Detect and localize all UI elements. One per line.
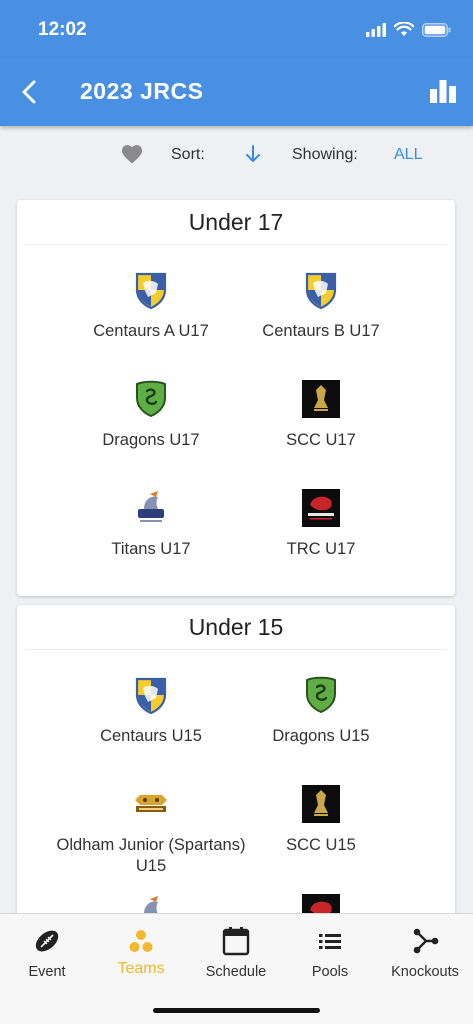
centaurs-shield-icon [305, 272, 337, 309]
app-header: 2023 JRCS [0, 58, 473, 126]
team-item[interactable]: TRC U17 [221, 489, 421, 560]
showing-filter-button[interactable]: ALL [394, 146, 422, 164]
section-title: Under 15 [25, 605, 447, 650]
page-title: 2023 JRCS [80, 78, 204, 104]
tab-label: Event [28, 964, 66, 980]
tab-schedule[interactable]: Schedule [189, 926, 283, 980]
tab-label: Knockouts [391, 964, 459, 980]
team-item[interactable]: Centaurs B U17 [221, 271, 421, 342]
section-card-under-15: Under 15 Centaurs U15 Dragons U15 Oldham… [17, 605, 455, 935]
team-name: Centaurs B U17 [262, 322, 380, 340]
bar-chart-icon [430, 80, 456, 103]
teams-dots-icon [129, 930, 153, 952]
section-title: Under 17 [25, 200, 447, 245]
back-button[interactable] [14, 76, 44, 108]
tab-event[interactable]: Event [0, 926, 94, 980]
tab-label: Pools [311, 964, 349, 980]
stats-button[interactable] [429, 78, 457, 106]
scc-crest-icon [302, 785, 340, 823]
spartans-logo-icon [135, 795, 167, 812]
rugby-ball-icon [35, 930, 59, 952]
tab-pools[interactable]: Pools [283, 926, 377, 980]
tanglin-logo-icon [302, 489, 340, 527]
tab-label: Teams [117, 960, 165, 977]
team-name: SCC U15 [286, 836, 356, 854]
team-name: TRC U17 [286, 540, 356, 558]
section-card-under-17: Under 17 Centaurs A U17 Centaurs B U17 D… [17, 200, 455, 596]
cellular-signal-icon [366, 22, 386, 37]
tab-knockouts[interactable]: Knockouts [378, 926, 472, 980]
team-item[interactable]: SCC U15 [221, 785, 421, 856]
sort-direction-button[interactable] [244, 144, 262, 169]
team-item[interactable]: SCC U17 [221, 380, 421, 451]
heart-icon [121, 145, 143, 164]
centaurs-shield-icon [135, 677, 167, 714]
scc-crest-icon [302, 380, 340, 418]
team-name: Dragons U15 [272, 727, 370, 745]
calendar-icon [222, 927, 250, 956]
filter-bar: Sort: Showing: ALL [0, 126, 473, 184]
battery-icon [422, 22, 451, 37]
favorite-filter-button[interactable] [121, 145, 143, 169]
tab-label: Schedule [205, 964, 267, 980]
titans-logo-icon [138, 491, 164, 522]
wifi-icon [394, 22, 414, 36]
showing-label: Showing: [292, 146, 358, 163]
home-indicator [153, 1008, 320, 1013]
team-name: SCC U17 [286, 431, 356, 449]
sort-label: Sort: [171, 146, 205, 163]
status-time: 12:02 [38, 19, 87, 40]
arrow-down-icon [246, 145, 260, 162]
dragons-shield-icon [306, 676, 336, 714]
bracket-icon [413, 928, 439, 954]
centaurs-shield-icon [135, 272, 167, 309]
team-item[interactable]: Dragons U15 [221, 676, 421, 747]
status-icons [366, 22, 451, 37]
chevron-left-icon [22, 80, 36, 104]
tab-teams[interactable]: Teams [94, 926, 188, 978]
list-icon [319, 934, 341, 949]
dragons-shield-icon [136, 380, 166, 418]
status-bar: 12:02 [0, 0, 473, 58]
